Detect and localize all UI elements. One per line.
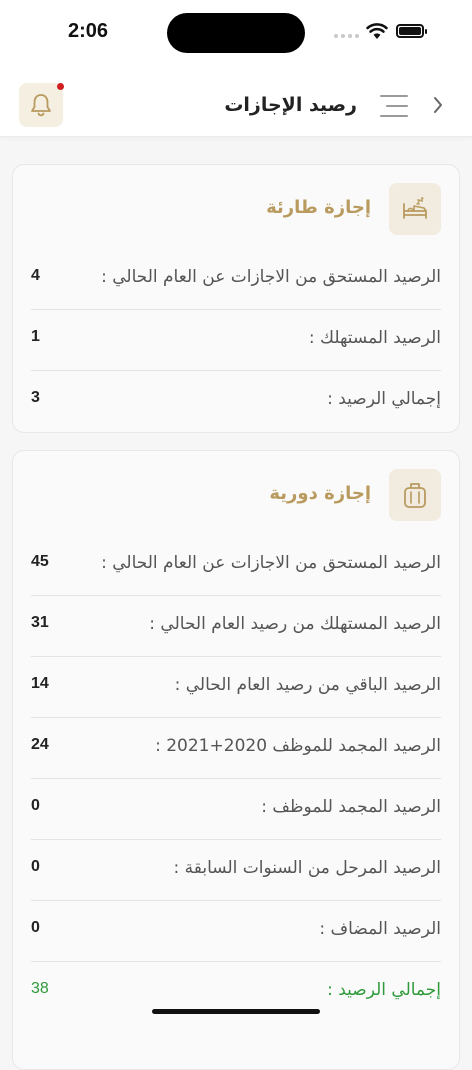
balance-row: الرصيد المستهلك من رصيد العام الحالي : 3…: [31, 595, 441, 656]
row-label: الرصيد المرحل من السنوات السابقة :: [173, 858, 441, 878]
menu-icon: [380, 95, 408, 97]
periodic-leave-card: إجازة دورية الرصيد المستحق من الاجازات ع…: [12, 450, 460, 1070]
chevron-right-icon: [434, 97, 442, 113]
row-value: 3: [31, 389, 40, 406]
balance-row: الرصيد المرحل من السنوات السابقة : 0: [31, 839, 441, 900]
row-label: إجمالي الرصيد :: [327, 980, 441, 1000]
row-value: 45: [31, 553, 49, 570]
menu-button[interactable]: [380, 95, 408, 117]
balance-row: الرصيد المستحق من الاجازات عن العام الحا…: [31, 249, 441, 309]
row-value: 38: [31, 980, 49, 997]
balance-row: الرصيد المضاف : 0: [31, 900, 441, 961]
balance-row: الرصيد الباقي من رصيد العام الحالي : 14: [31, 656, 441, 717]
row-label: الرصيد المستهلك :: [308, 328, 441, 348]
row-label: الرصيد المستهلك من رصيد العام الحالي :: [149, 614, 441, 634]
notifications-button[interactable]: [19, 83, 64, 127]
card-header: إجازة دورية: [13, 451, 459, 535]
balance-row: الرصيد المجمد للموظف : 0: [31, 778, 441, 839]
balance-row: الرصيد المستهلك : 1: [31, 309, 441, 370]
status-bar: 2:06: [0, 0, 472, 64]
card-title: إجازة طارئة: [266, 197, 371, 218]
row-value: 14: [31, 675, 49, 692]
battery-icon: [396, 24, 427, 38]
balance-row: الرصيد المستحق من الاجازات عن العام الحا…: [31, 535, 441, 595]
balance-row: إجمالي الرصيد : 3: [31, 370, 441, 431]
row-value: 24: [31, 736, 49, 753]
app-header: رصيد الإجازات: [0, 64, 472, 137]
row-value: 1: [31, 328, 40, 345]
emergency-leave-card: إجازة طارئة الرصيد المستحق من الاجازات ع…: [12, 164, 460, 433]
row-value: 0: [31, 858, 40, 875]
card-header: إجازة طارئة: [13, 165, 459, 249]
dynamic-island: [167, 13, 305, 53]
home-indicator: [152, 1009, 320, 1014]
balance-row: الرصيد المجمد للموظف 2020+2021 : 24: [31, 717, 441, 778]
back-button[interactable]: [428, 92, 448, 118]
row-label: الرصيد المستحق من الاجازات عن العام الحا…: [101, 553, 441, 573]
row-value: 4: [31, 267, 40, 284]
bed-icon: [389, 183, 441, 235]
bell-icon: [31, 94, 51, 117]
row-value: 31: [31, 614, 49, 631]
row-label: الرصيد المجمد للموظف :: [261, 797, 441, 817]
row-label: الرصيد المضاف :: [319, 919, 441, 939]
row-label: الرصيد المستحق من الاجازات عن العام الحا…: [101, 267, 441, 287]
card-title: إجازة دورية: [269, 483, 371, 504]
row-label: الرصيد الباقي من رصيد العام الحالي :: [174, 675, 441, 695]
page-title: رصيد الإجازات: [224, 94, 357, 116]
row-value: 0: [31, 797, 40, 814]
status-time: 2:06: [68, 20, 109, 42]
row-label: الرصيد المجمد للموظف 2020+2021 :: [155, 736, 441, 756]
signal-icon: [334, 34, 359, 38]
suitcase-icon: [389, 469, 441, 521]
notification-badge: [57, 83, 64, 90]
row-label: إجمالي الرصيد :: [327, 389, 441, 409]
wifi-icon: [366, 22, 388, 44]
row-value: 0: [31, 919, 40, 936]
